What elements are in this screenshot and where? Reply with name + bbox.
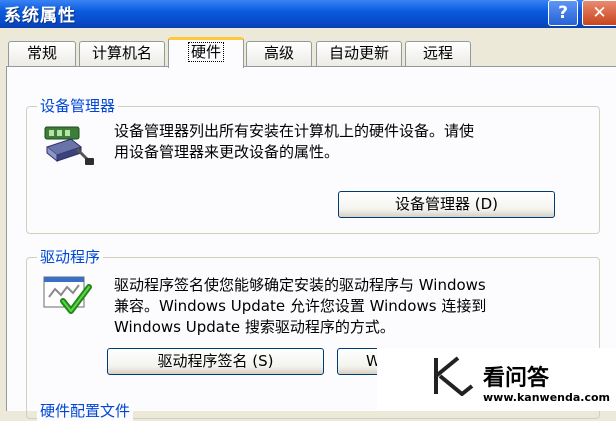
- device-manager-description-line-1: 设备管理器列出所有安装在计算机上的硬件设备。请使: [114, 122, 475, 140]
- tab-automatic-updates[interactable]: 自动更新: [316, 41, 402, 66]
- watermark-url: www.kanwenda.com: [483, 391, 610, 404]
- tab-general[interactable]: 常规: [8, 41, 76, 66]
- device-manager-description-line-2: 用设备管理器来更改设备的属性。: [114, 143, 340, 161]
- close-button[interactable]: ✕: [582, 0, 616, 26]
- tab-computer-name[interactable]: 计算机名: [79, 41, 165, 66]
- watermark-name: 看问答: [483, 366, 550, 391]
- device-manager-button[interactable]: 设备管理器 (D): [338, 191, 555, 218]
- driver-signing-button[interactable]: 驱动程序签名 (S): [107, 348, 324, 375]
- watermark: 看问答 www.kanwenda.com: [377, 348, 616, 411]
- watermark-logo-icon: [434, 356, 474, 396]
- tab-advanced[interactable]: 高级: [246, 41, 312, 66]
- device-manager-group-title: 设备管理器: [37, 95, 119, 116]
- device-manager-icon: [44, 126, 94, 165]
- drivers-group-title: 驱动程序: [37, 246, 104, 267]
- tab-hardware[interactable]: 硬件: [168, 37, 244, 68]
- drivers-description-line-1: 驱动程序签名使您能够确定安装的驱动程序与 Windows: [114, 276, 486, 294]
- drivers-description-line-3: Windows Update 搜索驱动程序的方式。: [114, 318, 395, 336]
- tab-label: 自动更新: [328, 44, 389, 62]
- tab-label: 远程: [422, 44, 453, 62]
- drivers-description-line-2: 兼容。Windows Update 允许您设置 Windows 连接到: [114, 297, 487, 315]
- tab-label: 高级: [263, 44, 294, 62]
- tab-label: 硬件: [187, 42, 225, 62]
- tab-label: 计算机名: [91, 44, 152, 62]
- help-button[interactable]: ?: [548, 0, 578, 26]
- driver-signing-icon: [43, 276, 92, 314]
- window-title: 系统属性: [4, 6, 76, 26]
- close-icon: ✕: [592, 3, 607, 23]
- tab-label: 常规: [26, 44, 57, 62]
- help-icon: ?: [558, 3, 568, 23]
- title-bar[interactable]: 系统属性 ? ✕: [0, 0, 616, 28]
- tab-remote[interactable]: 远程: [405, 41, 471, 66]
